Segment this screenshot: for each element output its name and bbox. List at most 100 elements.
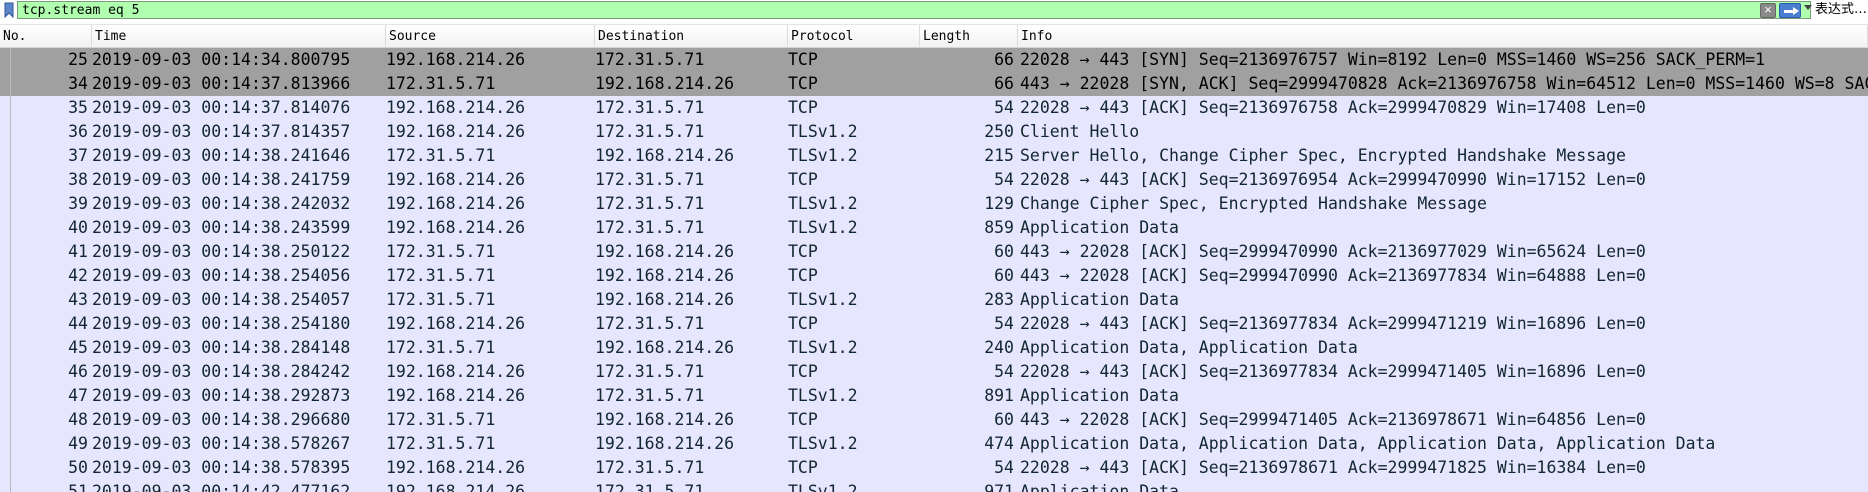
packet-protocol: TLSv1.2 xyxy=(788,290,858,309)
packet-destination: 172.31.5.71 xyxy=(595,50,705,69)
packet-row[interactable]: 37 2019-09-03 00:14:38.241646 172.31.5.71 1… xyxy=(0,144,1868,168)
packet-row[interactable]: 34 2019-09-03 00:14:37.813966 172.31.5.71 1… xyxy=(0,72,1868,96)
apply-filter-arrow-icon[interactable] xyxy=(1779,3,1801,18)
packet-no: 45 xyxy=(68,338,88,357)
packet-no: 42 xyxy=(68,266,88,285)
packet-length: 215 xyxy=(984,146,1014,165)
packet-time: 2019-09-03 00:14:38.284242 xyxy=(92,362,351,381)
packet-row[interactable]: 35 2019-09-03 00:14:37.814076 192.168.214.… xyxy=(0,96,1868,120)
display-filter-text: tcp.stream eq 5 xyxy=(22,3,140,18)
packet-row[interactable]: 47 2019-09-03 00:14:38.292873 192.168.214.… xyxy=(0,384,1868,408)
packet-row[interactable]: 48 2019-09-03 00:14:38.296680 172.31.5.71 1… xyxy=(0,408,1868,432)
packet-row[interactable]: 41 2019-09-03 00:14:38.250122 172.31.5.71 1… xyxy=(0,240,1868,264)
packet-destination: 172.31.5.71 xyxy=(595,170,705,189)
packet-protocol: TLSv1.2 xyxy=(788,146,858,165)
packet-protocol: TLSv1.2 xyxy=(788,194,858,213)
packet-destination: 172.31.5.71 xyxy=(595,458,705,477)
packet-length: 54 xyxy=(994,314,1014,333)
display-filter-input[interactable]: tcp.stream eq 5 × xyxy=(17,1,1812,19)
packet-time: 2019-09-03 00:14:38.292873 xyxy=(92,386,351,405)
packet-length: 54 xyxy=(994,458,1014,477)
packet-destination: 192.168.214.26 xyxy=(595,290,735,309)
clear-filter-icon[interactable]: × xyxy=(1760,3,1776,18)
packet-source: 192.168.214.26 xyxy=(386,122,526,141)
packet-time: 2019-09-03 00:14:38.241759 xyxy=(92,170,351,189)
packet-row[interactable]: 46 2019-09-03 00:14:38.284242 192.168.214.… xyxy=(0,360,1868,384)
packet-no: 46 xyxy=(68,362,88,381)
display-filter-toolbar: tcp.stream eq 5 × 表达式… xyxy=(0,0,1868,20)
packet-info: 22028 → 443 [ACK] Seq=2136978671 Ack=299… xyxy=(1020,458,1646,477)
packet-info: Application Data, Application Data xyxy=(1020,338,1358,357)
packet-row[interactable]: 36 2019-09-03 00:14:37.814357 192.168.214.… xyxy=(0,120,1868,144)
packet-row[interactable]: 42 2019-09-03 00:14:38.254056 172.31.5.71 1… xyxy=(0,264,1868,288)
packet-destination: 192.168.214.26 xyxy=(595,338,735,357)
packet-row[interactable]: 50 2019-09-03 00:14:38.578395 192.168.214.… xyxy=(0,456,1868,480)
packet-source: 172.31.5.71 xyxy=(386,290,496,309)
column-header-info[interactable]: Info xyxy=(1018,25,1868,49)
packet-no: 38 xyxy=(68,170,88,189)
packet-info: 22028 → 443 [ACK] Seq=2136977834 Ack=299… xyxy=(1020,362,1646,381)
packet-info: Application Data xyxy=(1020,386,1179,405)
packet-destination: 192.168.214.26 xyxy=(595,410,735,429)
packet-source: 172.31.5.71 xyxy=(386,338,496,357)
packet-no: 41 xyxy=(68,242,88,261)
packet-source: 192.168.214.26 xyxy=(386,386,526,405)
column-header-destination[interactable]: Destination xyxy=(595,25,788,49)
packet-row[interactable]: 40 2019-09-03 00:14:38.243599 192.168.214.… xyxy=(0,216,1868,240)
packet-source: 172.31.5.71 xyxy=(386,146,496,165)
packet-info: Server Hello, Change Cipher Spec, Encryp… xyxy=(1020,146,1626,165)
packet-destination: 172.31.5.71 xyxy=(595,314,705,333)
packet-source: 192.168.214.26 xyxy=(386,482,526,492)
packet-length: 54 xyxy=(994,98,1014,117)
packet-row[interactable]: 38 2019-09-03 00:14:38.241759 192.168.214.… xyxy=(0,168,1868,192)
packet-no: 36 xyxy=(68,122,88,141)
filter-history-dropdown-icon[interactable] xyxy=(1804,5,1812,10)
packet-row[interactable]: 51 2019-09-03 00:14:42.477162 192.168.214.… xyxy=(0,480,1868,492)
packet-no: 37 xyxy=(68,146,88,165)
packet-no: 25 xyxy=(68,50,88,69)
packet-time: 2019-09-03 00:14:38.243599 xyxy=(92,218,351,237)
packet-no: 40 xyxy=(68,218,88,237)
packet-time: 2019-09-03 00:14:38.242032 xyxy=(92,194,351,213)
bookmark-icon[interactable] xyxy=(2,2,16,18)
column-header-protocol[interactable]: Protocol xyxy=(788,25,920,49)
column-header-length[interactable]: Length xyxy=(920,25,1018,49)
packet-protocol: TCP xyxy=(788,410,818,429)
expression-button[interactable]: 表达式… xyxy=(1815,2,1868,18)
packet-source: 192.168.214.26 xyxy=(386,194,526,213)
packet-length: 971 xyxy=(984,482,1014,492)
packet-row[interactable]: 49 2019-09-03 00:14:38.578267 172.31.5.71 1… xyxy=(0,432,1868,456)
packet-row[interactable]: 43 2019-09-03 00:14:38.254057 172.31.5.71 1… xyxy=(0,288,1868,312)
column-header-time[interactable]: Time xyxy=(92,25,386,49)
packet-destination: 172.31.5.71 xyxy=(595,122,705,141)
packet-info: Application Data xyxy=(1020,290,1179,309)
packet-length: 54 xyxy=(994,362,1014,381)
packet-source: 192.168.214.26 xyxy=(386,170,526,189)
packet-source: 192.168.214.26 xyxy=(386,50,526,69)
packet-source: 172.31.5.71 xyxy=(386,266,496,285)
packet-protocol: TCP xyxy=(788,458,818,477)
packet-length: 859 xyxy=(984,218,1014,237)
packet-row[interactable]: 45 2019-09-03 00:14:38.284148 172.31.5.71 1… xyxy=(0,336,1868,360)
packet-row[interactable]: 39 2019-09-03 00:14:38.242032 192.168.214.… xyxy=(0,192,1868,216)
packet-row[interactable]: 44 2019-09-03 00:14:38.254180 192.168.214.… xyxy=(0,312,1868,336)
packet-row[interactable]: 25 2019-09-03 00:14:34.800795 192.168.214.… xyxy=(0,48,1868,72)
packet-destination: 192.168.214.26 xyxy=(595,74,735,93)
packet-time: 2019-09-03 00:14:37.814357 xyxy=(92,122,351,141)
packet-time: 2019-09-03 00:14:38.284148 xyxy=(92,338,351,357)
packet-protocol: TLSv1.2 xyxy=(788,386,858,405)
packet-length: 66 xyxy=(994,74,1014,93)
packet-length: 60 xyxy=(994,410,1014,429)
packet-source: 172.31.5.71 xyxy=(386,410,496,429)
packet-length: 250 xyxy=(984,122,1014,141)
packet-protocol: TCP xyxy=(788,74,818,93)
column-header-no[interactable]: No. xyxy=(0,25,92,49)
packet-info: 443 → 22028 [ACK] Seq=2999470990 Ack=213… xyxy=(1020,266,1646,285)
packet-no: 48 xyxy=(68,410,88,429)
packet-destination: 192.168.214.26 xyxy=(595,146,735,165)
packet-time: 2019-09-03 00:14:34.800795 xyxy=(92,50,351,69)
packet-protocol: TLSv1.2 xyxy=(788,338,858,357)
packet-no: 51 xyxy=(68,482,88,492)
column-header-source[interactable]: Source xyxy=(386,25,595,49)
packet-info: 443 → 22028 [SYN, ACK] Seq=2999470828 Ac… xyxy=(1020,74,1868,93)
